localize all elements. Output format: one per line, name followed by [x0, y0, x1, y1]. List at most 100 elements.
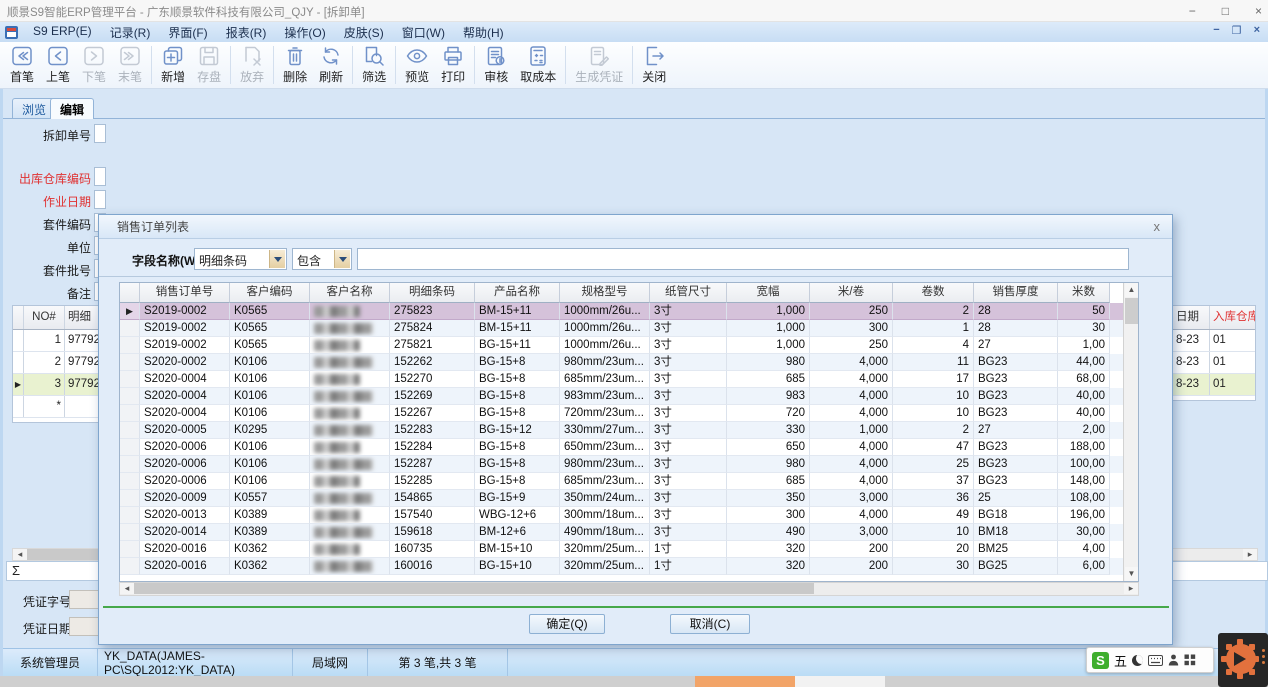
detail-row[interactable]: 8-2301: [1173, 374, 1255, 396]
add-button[interactable]: 新增: [155, 43, 191, 87]
table-row[interactable]: S2020-0006K0106152285BG-15+8685mm/23um..…: [120, 473, 1138, 490]
menu-item-5[interactable]: 皮肤(S): [335, 22, 393, 43]
row-selector-cell[interactable]: [120, 473, 140, 490]
keyboard-icon[interactable]: [1148, 655, 1163, 666]
delete-button[interactable]: 删除: [277, 43, 313, 87]
table-col-header-0[interactable]: [120, 283, 140, 303]
person-icon[interactable]: [1168, 654, 1179, 666]
main-hscroll-thumb[interactable]: [27, 549, 99, 560]
scroll-down-icon[interactable]: ▼: [1125, 567, 1138, 581]
tile-menu-dots-icon[interactable]: [1262, 649, 1265, 664]
table-col-header-10[interactable]: 卷数: [893, 283, 974, 303]
table-row[interactable]: S2020-0006K0106152287BG-15+8980mm/23um..…: [120, 456, 1138, 473]
table-row[interactable]: S2020-0013K0389157540WBG-12+6300mm/18um.…: [120, 507, 1138, 524]
row-selector-cell[interactable]: [120, 337, 140, 354]
table-col-header-12[interactable]: 米数: [1058, 283, 1110, 303]
scroll-left-icon[interactable]: ◂: [13, 549, 27, 560]
detail-row[interactable]: ▶397792: [13, 374, 100, 396]
exit-button[interactable]: 关闭: [636, 43, 672, 87]
ok-button[interactable]: 确定(Q): [529, 614, 605, 634]
row-selector-cell[interactable]: [120, 320, 140, 337]
col-detail-header[interactable]: 明细: [65, 306, 99, 329]
table-vertical-scrollbar[interactable]: ▲▼: [1123, 283, 1138, 581]
ime-logo-icon[interactable]: S: [1092, 652, 1109, 669]
mdi-restore-button[interactable]: ❐: [1232, 24, 1242, 37]
row-selector-cell[interactable]: [120, 507, 140, 524]
scroll-right-icon[interactable]: ▸: [1243, 549, 1257, 560]
cancel-button[interactable]: 取消(C): [670, 614, 750, 634]
row-selector-cell[interactable]: [120, 439, 140, 456]
row-selector-cell[interactable]: [120, 388, 140, 405]
menu-item-0[interactable]: S9 ERP(E): [24, 22, 101, 43]
table-row[interactable]: S2020-0005K0295152283BG-15+12330mm/27um.…: [120, 422, 1138, 439]
filter-button[interactable]: 筛选: [356, 43, 392, 87]
detail-row[interactable]: 8-2301: [1173, 330, 1255, 352]
scroll-left-icon[interactable]: ◂: [120, 583, 134, 594]
sales-order-table[interactable]: 销售订单号客户编码客户名称明细条码产品名称规格型号纸管尺寸宽幅米/卷卷数销售厚度…: [119, 282, 1139, 582]
row-selector-cell[interactable]: [120, 405, 140, 422]
tab-edit[interactable]: 编辑: [50, 98, 94, 119]
chevron-down-icon[interactable]: [334, 250, 350, 268]
col-date-header[interactable]: 日期: [1173, 306, 1210, 329]
table-row[interactable]: S2019-0002K0565275824BM-15+111000mm/26u.…: [120, 320, 1138, 337]
table-col-header-4[interactable]: 明细条码: [390, 283, 475, 303]
scroll-up-icon[interactable]: ▲: [1125, 283, 1138, 297]
table-row[interactable]: S2020-0016K0362160735BM-15+10320mm/25um.…: [120, 541, 1138, 558]
table-col-header-6[interactable]: 规格型号: [560, 283, 650, 303]
table-row[interactable]: S2020-0006K0106152284BG-15+8650mm/23um..…: [120, 439, 1138, 456]
table-row[interactable]: S2020-0002K0106152262BG-15+8980mm/23um..…: [120, 354, 1138, 371]
table-horizontal-scrollbar[interactable]: ◂ ▸: [119, 582, 1139, 596]
form-input-2[interactable]: [94, 190, 106, 209]
dialog-title-bar[interactable]: 销售订单列表 x: [99, 215, 1172, 239]
table-col-header-8[interactable]: 宽幅: [727, 283, 810, 303]
menu-item-3[interactable]: 报表(R): [217, 22, 276, 43]
table-row[interactable]: S2020-0004K0106152267BG-15+8720mm/23um..…: [120, 405, 1138, 422]
dialog-close-icon[interactable]: x: [1154, 219, 1161, 234]
menu-item-7[interactable]: 帮助(H): [454, 22, 513, 43]
ime-toolbar[interactable]: S 五: [1086, 647, 1214, 673]
refresh-button[interactable]: 刷新: [313, 43, 349, 87]
scroll-right-icon[interactable]: ▸: [1124, 583, 1138, 594]
corner-app-tile[interactable]: [1218, 633, 1268, 687]
table-col-header-11[interactable]: 销售厚度: [974, 283, 1058, 303]
chevron-down-icon[interactable]: [269, 250, 285, 268]
window-close-button[interactable]: ×: [1255, 4, 1262, 18]
detail-row[interactable]: 297792: [13, 352, 100, 374]
row-selector-cell[interactable]: [120, 456, 140, 473]
detail-row[interactable]: 8-2301: [1173, 352, 1255, 374]
row-selector-cell[interactable]: ▶: [120, 303, 140, 320]
table-col-header-2[interactable]: 客户编码: [230, 283, 310, 303]
tools-grid-icon[interactable]: [1184, 654, 1196, 666]
audit-button[interactable]: 审核: [478, 43, 514, 87]
filter-operator-select[interactable]: 包含: [292, 248, 352, 270]
row-selector-cell[interactable]: [120, 490, 140, 507]
row-selector-cell[interactable]: [120, 371, 140, 388]
first-record-button[interactable]: 首笔: [4, 43, 40, 87]
col-no-header[interactable]: NO#: [24, 306, 65, 329]
form-input-0[interactable]: [94, 124, 106, 143]
table-row[interactable]: S2020-0004K0106152269BG-15+8983mm/23um..…: [120, 388, 1138, 405]
table-row[interactable]: S2020-0004K0106152270BG-15+8685mm/23um..…: [120, 371, 1138, 388]
cost-button[interactable]: 取成本: [514, 43, 562, 87]
window-minimize-button[interactable]: −: [1189, 4, 1196, 18]
preview-button[interactable]: 预览: [399, 43, 435, 87]
row-selector-cell[interactable]: [120, 422, 140, 439]
detail-grid-right-fragment[interactable]: 日期入库仓库8-23018-23018-2301: [1172, 305, 1256, 401]
taskbar-orange-segment[interactable]: [695, 676, 795, 687]
taskbar-light-segment[interactable]: [795, 676, 885, 687]
table-row[interactable]: S2020-0014K0389159618BM-12+6490mm/18um..…: [120, 524, 1138, 541]
menu-item-1[interactable]: 记录(R): [101, 22, 160, 43]
table-col-header-5[interactable]: 产品名称: [475, 283, 560, 303]
print-button[interactable]: 打印: [435, 43, 471, 87]
table-col-header-3[interactable]: 客户名称: [310, 283, 390, 303]
ime-mode-label[interactable]: 五: [1114, 651, 1127, 670]
table-row[interactable]: S2020-0009K0557154865BG-15+9350mm/24um..…: [120, 490, 1138, 507]
table-row[interactable]: S2019-0002K0565275821BG-15+111000mm/26u.…: [120, 337, 1138, 354]
mdi-minimize-button[interactable]: −: [1213, 24, 1219, 37]
table-row[interactable]: ▶S2019-0002K0565275823BM-15+111000mm/26u…: [120, 303, 1138, 320]
menu-item-4[interactable]: 操作(O): [275, 22, 334, 43]
prev-record-button[interactable]: 上笔: [40, 43, 76, 87]
table-vscroll-thumb[interactable]: [1125, 298, 1138, 324]
filter-search-input[interactable]: [357, 248, 1129, 270]
table-col-header-1[interactable]: 销售订单号: [140, 283, 230, 303]
